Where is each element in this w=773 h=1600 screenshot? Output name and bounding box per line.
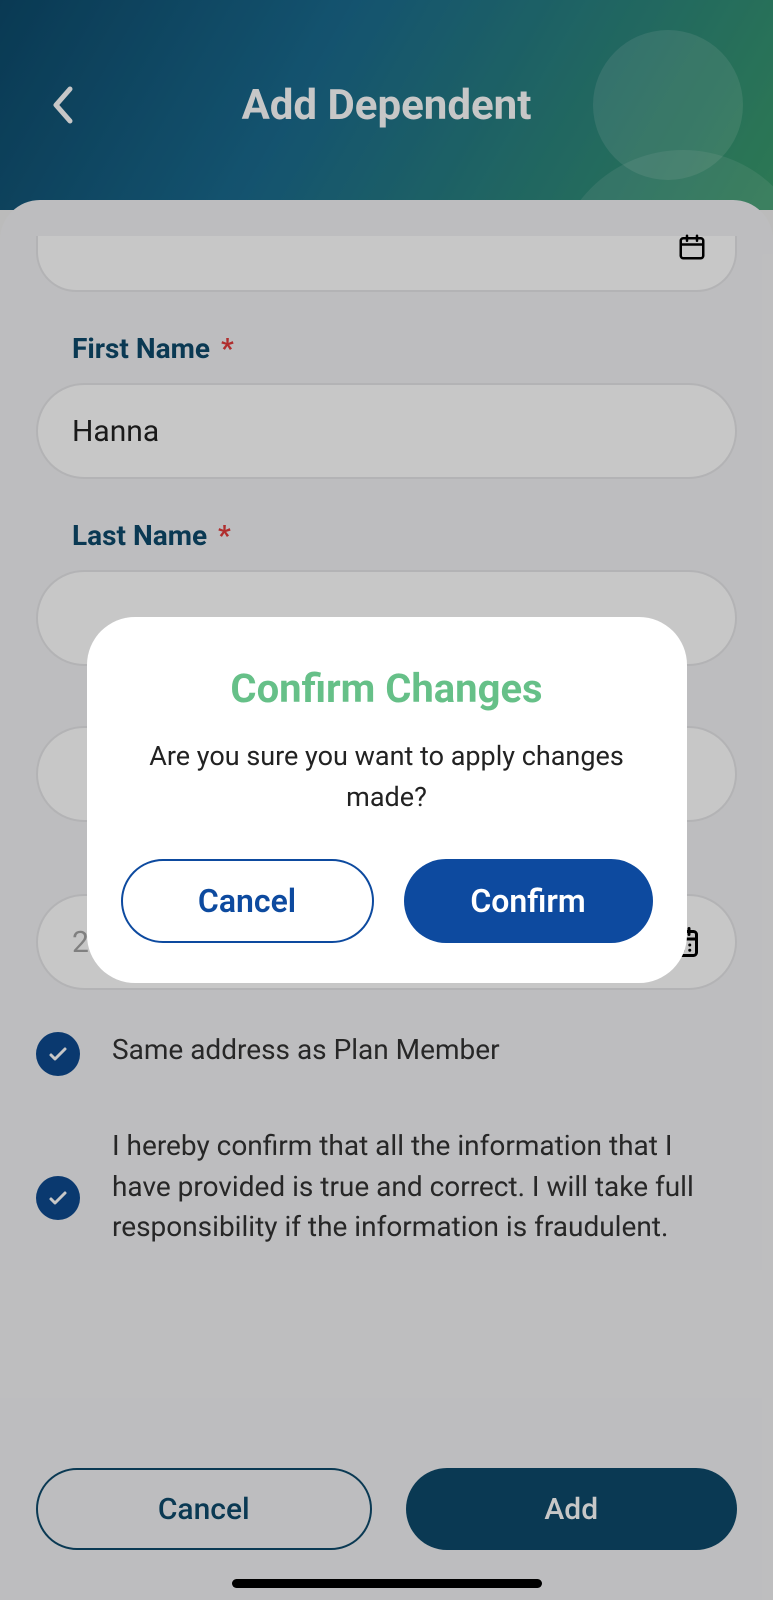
dialog-confirm-button[interactable]: Confirm	[404, 859, 653, 943]
dialog-message: Are you sure you want to apply changes m…	[121, 736, 653, 817]
dialog-actions: Cancel Confirm	[121, 859, 653, 943]
dialog-title: Confirm Changes	[121, 665, 653, 712]
confirm-dialog: Confirm Changes Are you sure you want to…	[87, 617, 687, 983]
dialog-cancel-button[interactable]: Cancel	[121, 859, 374, 943]
modal-scrim[interactable]: Confirm Changes Are you sure you want to…	[0, 0, 773, 1600]
